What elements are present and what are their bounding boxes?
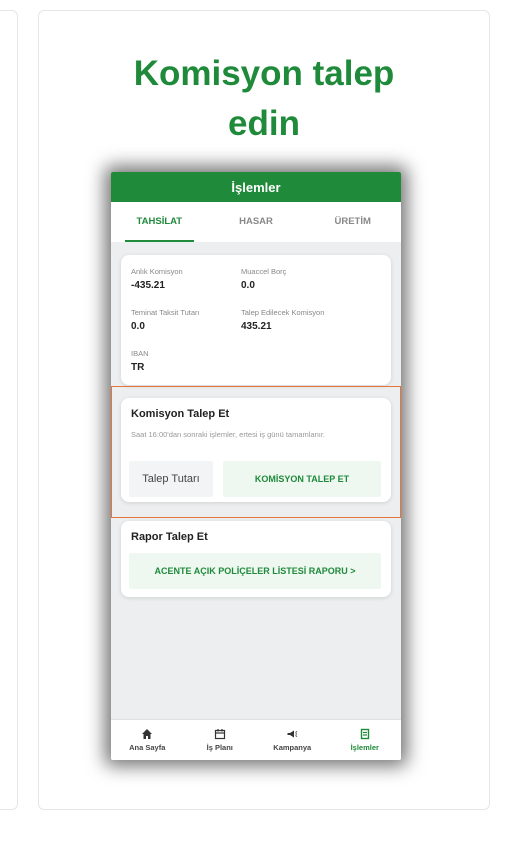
nav-kampanya[interactable]: Kampanya <box>256 720 329 760</box>
acente-rapor-button[interactable]: ACENTE AÇIK POLİÇELER LİSTESİ RAPORU > <box>129 553 381 589</box>
document-icon <box>360 728 369 740</box>
tab-hasar[interactable]: HASAR <box>208 202 305 242</box>
talep-tutari-input[interactable]: Talep Tutarı <box>129 461 213 497</box>
home-icon <box>142 729 153 739</box>
talep-edilecek-value: 435.21 <box>241 321 272 332</box>
komisyon-talep-note: Saat 16:00'dan sonraki işlemler, ertesi … <box>131 430 326 439</box>
nav-islemler[interactable]: İşlemler <box>329 720 402 760</box>
tab-tahsilat[interactable]: TAHSİLAT <box>111 202 208 242</box>
app-bar-title: İşlemler <box>231 179 281 195</box>
komisyon-talep-title: Komisyon Talep Et <box>131 408 230 420</box>
left-card-edge <box>0 10 18 810</box>
phone-screenshot: İşlemler TAHSİLAT HASAR ÜRETİM Anlık Kom… <box>111 172 401 760</box>
komisyon-talep-button[interactable]: KOMİSYON TALEP ET <box>223 461 381 497</box>
nav-islemler-label: İşlemler <box>350 743 379 752</box>
teminat-value: 0.0 <box>131 321 145 332</box>
nav-is-plani-label: İş Planı <box>206 743 233 752</box>
anlik-komisyon-value: -435.21 <box>131 280 165 291</box>
nav-ana-sayfa[interactable]: Ana Sayfa <box>111 720 184 760</box>
headline-line-1: Komisyon talep <box>133 54 395 93</box>
muaccel-borc-label: Muaccel Borç <box>241 267 287 276</box>
iban-value: TR <box>131 362 145 373</box>
nav-ana-sayfa-label: Ana Sayfa <box>129 743 166 752</box>
calendar-icon <box>214 729 225 740</box>
anlik-komisyon-label: Anlık Komisyon <box>131 267 183 276</box>
app-bar: İşlemler <box>111 172 401 202</box>
account-info-card: Anlık Komisyon -435.21 Muaccel Borç 0.0 … <box>121 255 391 385</box>
bottom-navigation: Ana Sayfa İş Planı Kampanya İşlemler <box>111 719 401 760</box>
talep-edilecek-label: Talep Edilecek Komisyon <box>241 308 325 317</box>
nav-kampanya-label: Kampanya <box>273 743 312 752</box>
rapor-talep-card: Rapor Talep Et ACENTE AÇIK POLİÇELER LİS… <box>121 521 391 597</box>
tab-uretim[interactable]: ÜRETİM <box>304 202 401 242</box>
iban-label: IBAN <box>131 349 149 358</box>
megaphone-icon <box>287 730 298 738</box>
rapor-talep-title: Rapor Talep Et <box>131 531 208 543</box>
tab-bar: TAHSİLAT HASAR ÜRETİM <box>111 202 401 242</box>
komisyon-talep-card: Komisyon Talep Et Saat 16:00'dan sonraki… <box>121 398 391 502</box>
headline-line-2: edin <box>228 104 300 143</box>
nav-is-plani[interactable]: İş Planı <box>184 720 257 760</box>
headline: Komisyon talep edin <box>39 49 489 149</box>
teminat-label: Teminat Taksit Tutarı <box>131 308 200 317</box>
muaccel-borc-value: 0.0 <box>241 280 255 291</box>
